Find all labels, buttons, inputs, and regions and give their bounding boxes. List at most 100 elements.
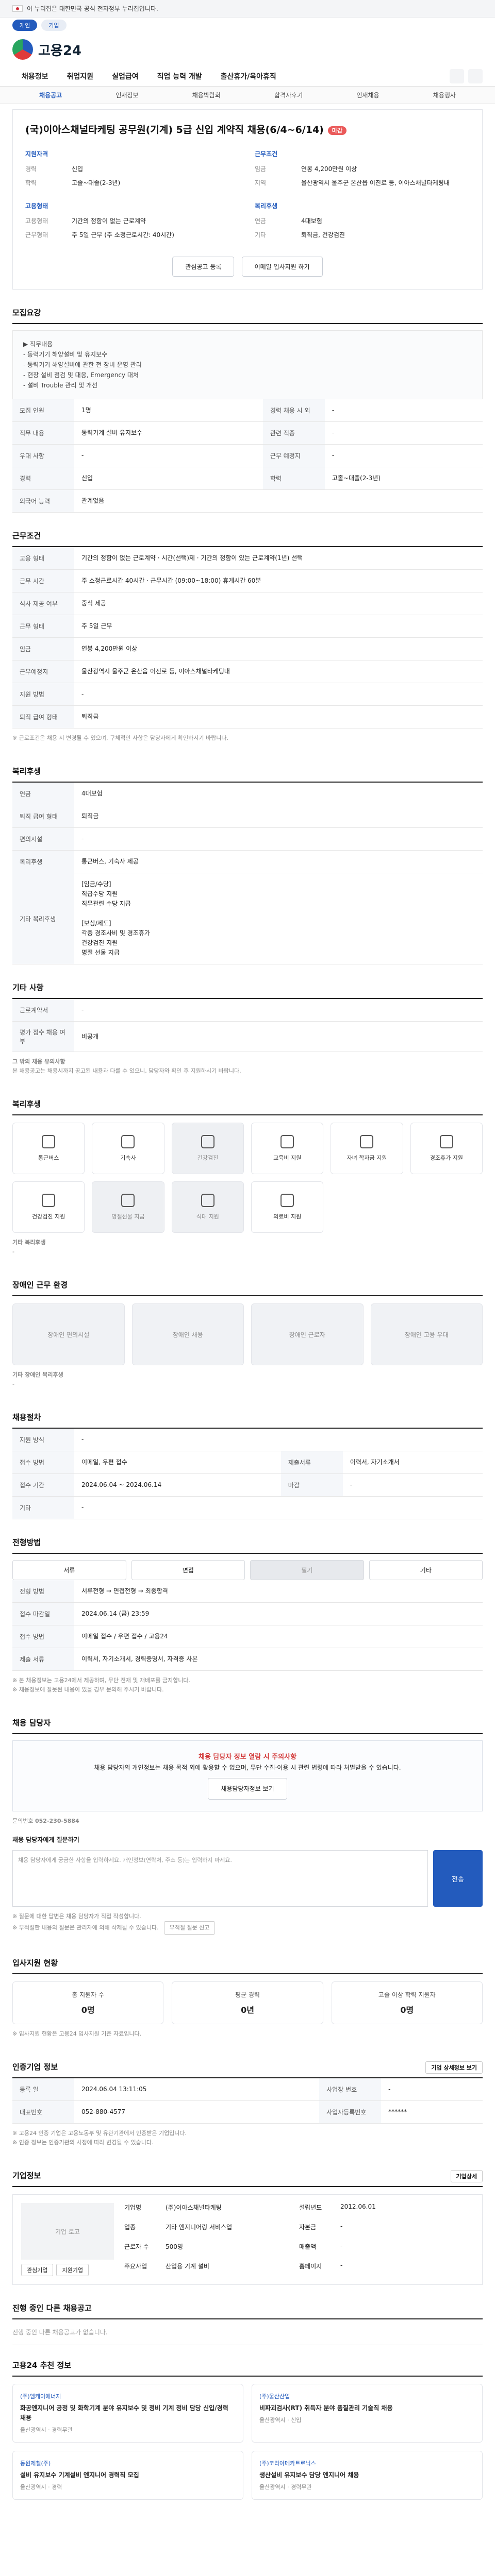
cell-value: -: [74, 444, 263, 467]
company-detail-button[interactable]: 기업 상세정보 보기: [425, 2061, 483, 2074]
follow-company-button[interactable]: 관심기업: [21, 2264, 54, 2276]
cell-label: 편의시설: [12, 827, 74, 851]
question-input[interactable]: 채용 담당자에게 궁금한 사항을 입력하세요. 개인정보(연락처, 주소 등)는…: [12, 1850, 428, 1907]
contact-alert: 채용 담당자 정보 열람 시 주의사항 채용 담당자의 개인정보는 채용 목적 …: [12, 1740, 483, 1811]
alert-text: 채용 담당자의 개인정보는 채용 목적 외에 활용할 수 없으며, 무단 수집·…: [94, 1764, 401, 1771]
cell-value: -: [74, 1496, 483, 1519]
present-icon: [121, 1194, 135, 1207]
rec-company: (주)울산산업: [259, 2393, 290, 2400]
cell-label: 마감: [280, 1473, 343, 1497]
kv-label: 학력: [25, 179, 37, 187]
email-apply-button[interactable]: 이메일 입사지원 하기: [241, 257, 323, 277]
cell-label: 경력 채용 시 외: [262, 399, 325, 422]
cell-label: 접수 방법: [12, 1625, 74, 1648]
tab-company[interactable]: 기업: [41, 20, 67, 31]
deadline-value: 2024.06.14 (금) 23:59: [74, 1602, 483, 1625]
menu-icon[interactable]: [468, 69, 483, 83]
cell-label: 우대 사항: [12, 444, 74, 467]
section-title: 복리후생: [12, 766, 483, 783]
rec-title[interactable]: 설비 유지보수 기계설비 엔지니어 경력직 모집: [20, 2470, 236, 2480]
section-title-text: 기업정보: [12, 2171, 41, 2180]
recommend-item[interactable]: (주)엠케이에너지 화공엔지니어 공정 및 화학기계 분야 유지보수 및 정비 기…: [12, 2384, 243, 2443]
section-title: 입사지원 현황: [12, 1957, 483, 1974]
qualification-heading: 지원자격: [25, 150, 48, 158]
cell-value: 관계없음: [74, 489, 483, 513]
recommend-item[interactable]: (주)울산산업 비파괴검사(RT) 취득자 분야 품질관리 기술직 채용 울산광역시…: [252, 2384, 483, 2443]
bus-icon: [42, 1135, 56, 1148]
selection-section: 전형방법 서류 면접 필기 기타 전형 방법 서류전형 → 면접전형 → 최종합격…: [12, 1537, 483, 1700]
nav-item-jobs[interactable]: 채용정보: [12, 71, 58, 81]
cell-label: 외국어 능력: [12, 489, 74, 513]
recommend-item[interactable]: 동원제철(주) 설비 유지보수 기계설비 엔지니어 경력직 모집 울산광역시 · 경…: [12, 2451, 243, 2500]
env-section: 장애인 근무 환경 장애인 편의시설 장애인 채용 장애인 근로자 장애인 고용…: [12, 1279, 483, 1394]
cell-label: 퇴직 급여 형태: [12, 805, 74, 828]
sub-text: -: [12, 1381, 14, 1387]
facility-card: 통근버스: [12, 1123, 85, 1174]
subnav-item-event[interactable]: 채용행사: [433, 91, 456, 99]
meal-icon: [201, 1194, 214, 1207]
cell-label: 퇴직 급여 형태: [12, 705, 74, 728]
facility-card: 자녀 학자금 지원: [331, 1123, 403, 1174]
support-section: 채용절차 지원 방식 - 접수 방법 이메일, 우편 접수 제출서류 이력서, 자기소개…: [12, 1412, 483, 1519]
recommend-item[interactable]: (주)코리아메카트로닉스 생산설비 유지보수 담당 엔지니어 채용 울산광역시 · …: [252, 2451, 483, 2500]
view-contact-button[interactable]: 채용담당자정보 보기: [208, 1778, 287, 1800]
subnav-item-posting[interactable]: 채용공고: [39, 91, 62, 99]
cell-label: 지원 방법: [12, 683, 74, 706]
step-interview: 면접: [131, 1560, 245, 1580]
company-info: 기업명 (주)이아스채널타케팅 설립년도 2012.06.01 업종 기타 엔지니어링 …: [124, 2203, 474, 2276]
subnav-item-hire[interactable]: 인재채용: [356, 91, 379, 99]
kv-value: -: [340, 2242, 343, 2249]
search-icon[interactable]: [450, 69, 464, 83]
report-button[interactable]: 부적절 질문 신고: [163, 1921, 216, 1935]
send-button[interactable]: 전송: [433, 1850, 483, 1907]
sub-title: 기타 복리후생: [12, 1239, 46, 1246]
stat-card: 평균 경력 0년: [172, 1981, 323, 2024]
notice-title: 그 밖의 채용 유의사항: [12, 1058, 65, 1065]
section-title: 기업정보 기업상세: [12, 2170, 483, 2187]
card-label: 명절선물 지급: [111, 1213, 145, 1220]
recruit-section: 모집요강 ▶ 직무내용 - 동력기기 해양설비 및 유지보수 - 동력기기 해양…: [12, 307, 483, 513]
info-section: 인증기업 정보 기업 상세정보 보기 등록 일 2024.06.04 13:11:0…: [12, 2061, 483, 2153]
rec-title[interactable]: 생산설비 유지보수 담당 엔지니어 채용: [259, 2470, 475, 2480]
section-title: 진행 중인 다른 채용공고: [12, 2302, 483, 2319]
gov-banner: 이 누리집은 대한민국 공식 전자정부 누리집입니다.: [0, 0, 495, 18]
section-title: 인증기업 정보 기업 상세정보 보기: [12, 2061, 483, 2078]
facility-card: 경조휴가 지원: [410, 1123, 483, 1174]
cell-label: 고용 형태: [12, 547, 74, 570]
benefit-table: 연금 4대보험 퇴직 급여 형태 퇴직금 편의시설 - 복리후생 통근버스, 기숙사 제…: [12, 783, 483, 964]
company-more-button[interactable]: 기업상세: [450, 2170, 483, 2182]
cell-value: 052-880-4577: [74, 2100, 320, 2124]
logo-icon[interactable]: [12, 39, 33, 60]
stats-note: ※ 입사지원 현황은 고용24 입사지원 기준 자료입니다.: [12, 2030, 142, 2037]
company-section: 기업정보 기업상세 기업 로고 관심기업 지원기업 기업명 (주)이아스채널타케팅 설…: [12, 2170, 483, 2285]
section-title: 고용24 추천 정보: [12, 2360, 483, 2377]
cell-value: 퇴직금: [74, 805, 483, 828]
subnav-item-fair[interactable]: 채용박람회: [192, 91, 221, 99]
subnav-item-review[interactable]: 합격자후기: [274, 91, 303, 99]
card-label: 통근버스: [38, 1155, 59, 1161]
nav-item-benefit[interactable]: 실업급여: [103, 71, 148, 81]
apply-table: 근로계약서 - 평가 점수 채용 여부 비공개: [12, 999, 483, 1052]
facility-card: 기숙사: [92, 1123, 164, 1174]
card-label: 기숙사: [120, 1155, 136, 1161]
kv-value: 고졸~대졸(2-3년): [72, 179, 121, 187]
section-title: 장애인 근무 환경: [12, 1279, 483, 1296]
rec-title[interactable]: 화공엔지니어 공정 및 화학기계 분야 유지보수 및 정비 기계 정비 담당 신…: [20, 2403, 236, 2423]
question-title: 채용 담당자에게 질문하기: [12, 1836, 79, 1843]
benefit-heading: 복리후생: [255, 202, 278, 210]
nav-item-support[interactable]: 취업지원: [58, 71, 103, 81]
cell-label: 전형 방법: [12, 1580, 74, 1603]
logo-text[interactable]: 고용24: [38, 40, 81, 59]
tab-personal[interactable]: 개인: [12, 20, 38, 31]
rec-title[interactable]: 비파괴검사(RT) 취득자 분야 품질관리 기술직 채용: [259, 2403, 475, 2413]
nav-item-training[interactable]: 직업 능력 개발: [148, 71, 211, 81]
kv-value: 퇴직금, 건강검진: [301, 231, 345, 239]
subnav-item-talent[interactable]: 인재정보: [116, 91, 138, 99]
nav-item-leave[interactable]: 출산휴가/육아휴직: [211, 71, 286, 81]
applied-company-button[interactable]: 지원기업: [56, 2264, 89, 2276]
facility-card: 명절선물 지급: [92, 1181, 164, 1233]
favorite-button[interactable]: 관심공고 등록: [172, 257, 235, 277]
cell-value: 기간의 정함이 없는 근로계약 · 시간(선택)제 · 기간의 정함이 있는 근…: [74, 547, 483, 570]
step-etc: 기타: [369, 1560, 483, 1580]
status-badge: 마감: [327, 126, 347, 135]
